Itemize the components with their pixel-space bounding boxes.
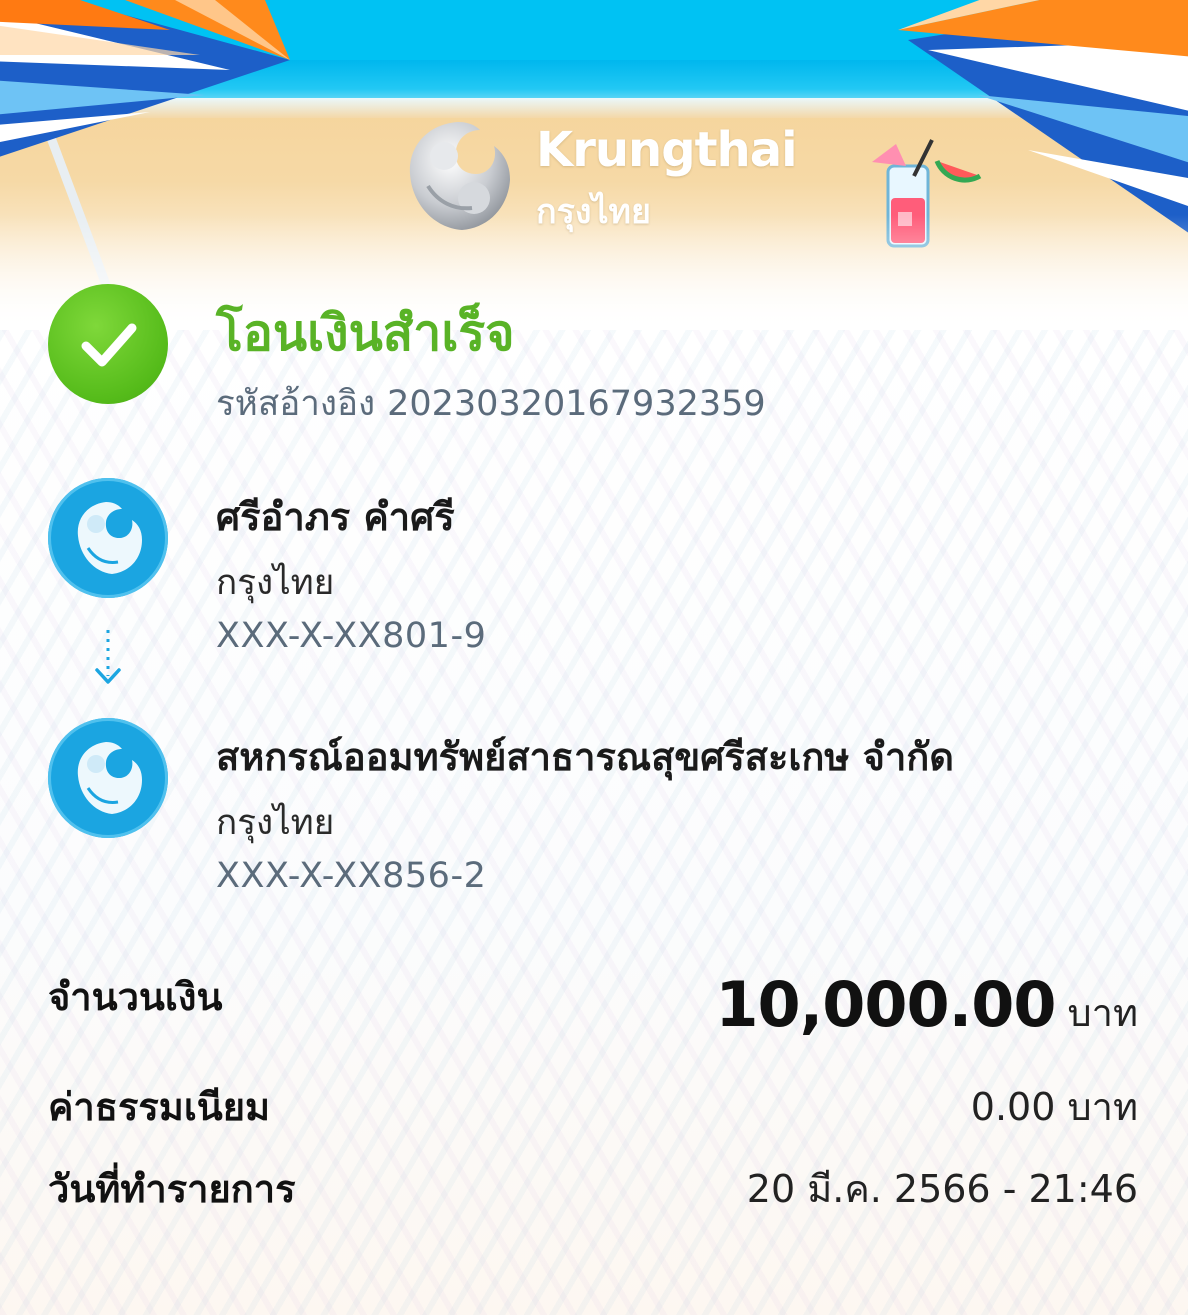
receiver-account: XXX-X-XX856-2 <box>216 856 487 896</box>
fee-value: 0.00 บาท <box>970 1085 1138 1129</box>
reference-number: รหัสอ้างอิง 20230320167932359 <box>216 376 766 431</box>
sender-bank: กรุงไทย <box>216 563 335 603</box>
krungthai-logo: Krungthai กรุงไทย <box>398 116 798 238</box>
check-circle-icon <box>48 284 168 404</box>
reference-value: 20230320167932359 <box>387 384 766 424</box>
receiver-bank: กรุงไทย <box>216 803 335 843</box>
sender-account: XXX-X-XX801-9 <box>216 616 487 656</box>
fee-label: ค่าธรรมเนียม <box>48 1085 271 1129</box>
beach-banner: Krungthai กรุงไทย <box>0 0 1188 330</box>
brand-name-en: Krungthai <box>536 122 798 178</box>
date-label: วันที่ทำรายการ <box>48 1167 296 1211</box>
amount-unit: บาท <box>1067 991 1138 1035</box>
sender-bank-logo <box>48 478 168 598</box>
transfer-slip: Krungthai กรุงไทย โอนเงินสำเร็จ รหัสอ้าง… <box>0 0 1188 1315</box>
brand-name-th: กรุงไทย <box>536 192 651 232</box>
amount-value-group: 10,000.00 บาท <box>715 968 1138 1043</box>
dotted-arrow-down-icon <box>95 630 121 684</box>
amount-label: จำนวนเงิน <box>48 975 223 1019</box>
date-value: 20 มี.ค. 2566 - 21:46 <box>746 1167 1138 1211</box>
krungthai-bird-icon <box>77 502 142 574</box>
amount-value: 10,000.00 <box>715 968 1056 1041</box>
sender-name: ศรีอำภร คำศรี <box>216 495 455 539</box>
receiver-name: สหกรณ์ออมทรัพย์สาธารณสุขศรีสะเกษ จำกัด <box>216 735 954 779</box>
reference-label: รหัสอ้างอิง <box>216 384 376 424</box>
krungthai-bird-icon <box>409 122 510 230</box>
krungthai-bird-icon <box>77 742 142 814</box>
receiver-bank-logo <box>48 718 168 838</box>
status-title: โอนเงินสำเร็จ <box>216 304 515 362</box>
